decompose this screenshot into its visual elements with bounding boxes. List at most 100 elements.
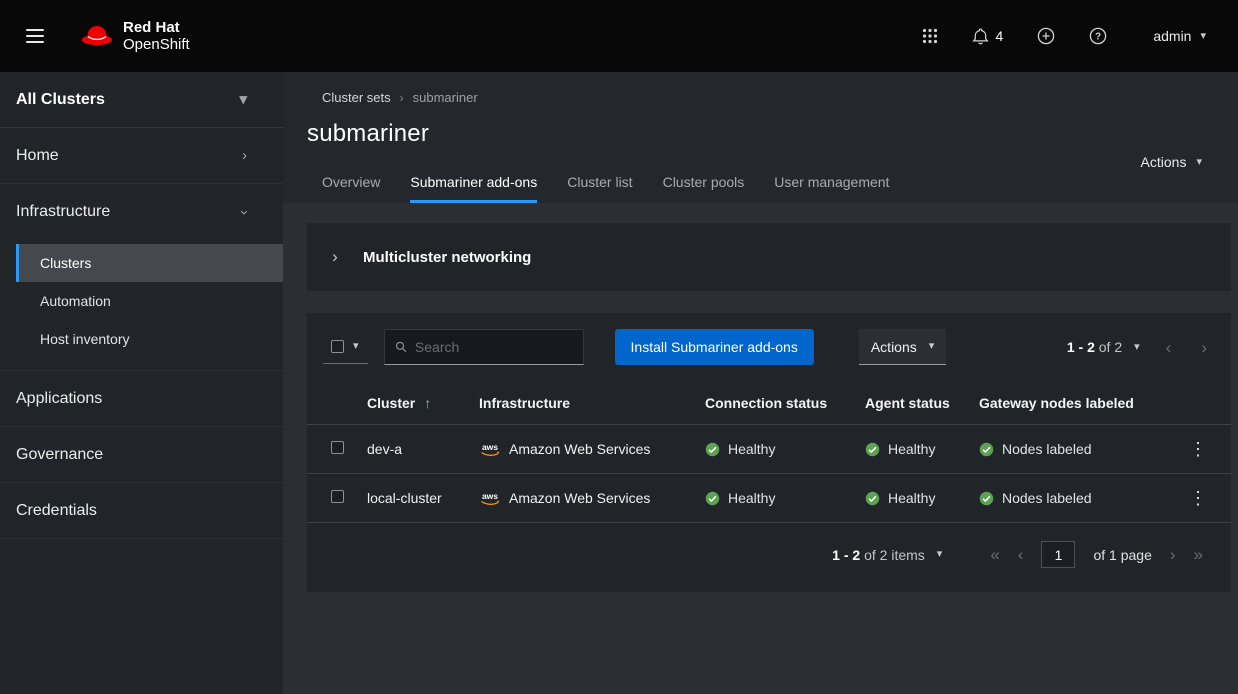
sidebar-item-infrastructure[interactable]: Infrastructure › [0,184,283,240]
infrastructure-cell: aws Amazon Web Services [479,441,685,457]
sidebar-item-clusters[interactable]: Clusters [16,244,283,282]
tab-bar: Overview Submariner add-ons Cluster list… [307,165,1202,203]
check-circle-icon [979,491,994,506]
caret-down-icon[interactable]: ▾ [1134,342,1140,353]
next-page-button[interactable]: › [1170,546,1176,563]
cluster-scope-selector[interactable]: All Clusters ▾ [0,72,283,128]
tab-cluster-pools[interactable]: Cluster pools [648,165,760,203]
column-header-gateway-nodes: Gateway nodes labeled [967,381,1175,425]
gateway-nodes-cell[interactable]: Nodes labeled [979,490,1167,506]
header-checkbox-cell [307,381,355,425]
row-checkbox[interactable] [331,441,344,454]
prev-page-button[interactable]: ‹ [1018,546,1024,563]
red-hat-fedora-icon [80,23,114,49]
brand-text: Red Hat OpenShift [123,19,190,54]
search-input[interactable] [415,339,573,355]
brand-line1: Red Hat [123,19,190,36]
connection-status-cell[interactable]: Healthy [705,441,845,457]
masthead-toolbar: 4 ? admin ▾ [910,19,1210,53]
table-header-row: Cluster↑ Infrastructure Connection statu… [307,381,1231,425]
submariner-table-card: ▾ Install Submariner add-ons Actions [307,313,1231,592]
sort-ascending-icon[interactable]: ↑ [424,395,431,411]
sidebar-item-automation[interactable]: Automation [16,282,283,320]
expandable-section-label: Multicluster networking [363,249,531,266]
cluster-name-cell: local-cluster [355,474,467,523]
notifications-button[interactable]: 4 [960,19,1016,53]
plus-circle-icon [1037,27,1055,45]
status-label: Healthy [888,441,935,457]
current-page-input[interactable] [1041,541,1075,568]
page-header-section: Cluster sets › submariner submariner Act… [283,72,1238,203]
agent-status-cell[interactable]: Healthy [865,490,959,506]
add-resource-button[interactable] [1025,19,1067,53]
connection-status-cell[interactable]: Healthy [705,490,845,506]
agent-status-cell[interactable]: Healthy [865,441,959,457]
install-submariner-button[interactable]: Install Submariner add-ons [615,329,814,365]
caret-down-icon: ▾ [353,341,359,352]
app-launcher-button[interactable] [910,20,950,52]
pagination-total: 2 [1114,339,1122,355]
bulk-select-dropdown[interactable]: ▾ [323,331,368,364]
nav-toggle-button[interactable] [16,15,54,57]
infrastructure-subnav: Clusters Automation Host inventory [0,240,283,371]
svg-text:?: ? [1095,32,1101,43]
expand-toggle-button[interactable]: › [307,223,363,291]
tab-overview[interactable]: Overview [307,165,395,203]
chevron-down-icon: › [237,210,252,215]
tab-user-management[interactable]: User management [759,165,904,203]
sidebar-item-host-inventory[interactable]: Host inventory [16,320,283,358]
sidebar-item-governance[interactable]: Governance [0,427,283,483]
brand-line2: OpenShift [123,36,190,53]
row-kebab-menu-button[interactable]: ⋮ [1189,440,1207,458]
column-header-cluster[interactable]: Cluster ↑ [355,381,467,425]
gateway-nodes-cell[interactable]: Nodes labeled [979,441,1167,457]
content-section: › Multicluster networking ▾ [283,203,1238,694]
table-toolbar: ▾ Install Submariner add-ons Actions [307,313,1231,381]
caret-down-icon: ▾ [1196,157,1202,168]
sidebar-item-label: Credentials [16,502,97,520]
infrastructure-label: Amazon Web Services [509,441,650,457]
chevron-right-icon: › [332,247,338,267]
caret-down-icon: ▾ [239,92,247,107]
first-page-button[interactable]: « [990,546,999,563]
last-page-button[interactable]: » [1194,546,1203,563]
pagination-of: of [864,547,876,563]
app-root: Red Hat OpenShift 4 [0,0,1238,694]
sidebar-item-label: Infrastructure [16,203,110,221]
pagination-top: 1 - 2 of 2 ▾ ‹ › [1067,339,1207,356]
column-label: Cluster [367,395,415,411]
pagination-range: 1 - 2 [1067,339,1095,355]
breadcrumb-link-cluster-sets[interactable]: Cluster sets [322,90,391,105]
table-actions-dropdown[interactable]: Actions ▾ [859,329,946,365]
chevron-right-icon: › [242,148,247,163]
tab-cluster-list[interactable]: Cluster list [552,165,647,203]
user-menu-button[interactable]: admin ▾ [1129,20,1210,52]
brand-logo: Red Hat OpenShift [80,19,190,54]
prev-page-button[interactable]: ‹ [1166,339,1172,356]
row-checkbox[interactable] [331,490,344,503]
breadcrumb-current: submariner [413,90,478,105]
sidebar-item-label: Home [16,147,59,165]
pagination-total: 2 [880,547,888,563]
sidebar-item-home[interactable]: Home › [0,128,283,184]
check-circle-icon [979,442,994,457]
svg-text:aws: aws [482,491,498,501]
sidebar-item-label: Applications [16,390,102,408]
pagination-range: 1 - 2 [832,547,860,563]
tab-submariner-add-ons[interactable]: Submariner add-ons [395,165,552,203]
row-kebab-menu-button[interactable]: ⋮ [1189,489,1207,507]
table-row-local-cluster: local-cluster aws Amazon Web Servi [307,474,1231,523]
pagination-of: of [1099,339,1111,355]
page-actions-dropdown[interactable]: Actions ▾ [1141,154,1202,170]
clusters-table: Cluster↑ Infrastructure Connection statu… [307,381,1231,523]
apps-grid-icon [922,28,938,44]
help-button[interactable]: ? [1077,19,1119,53]
page-layout: All Clusters ▾ Home › Infrastructure › C… [0,72,1238,694]
caret-down-icon[interactable]: ▾ [937,549,943,560]
bulk-select-checkbox[interactable] [331,340,344,353]
sidebar-item-applications[interactable]: Applications [0,371,283,427]
next-page-button[interactable]: › [1201,339,1207,356]
check-circle-icon [865,442,880,457]
table-row-dev-a: dev-a aws Amazon Web Services [307,425,1231,474]
sidebar-item-credentials[interactable]: Credentials [0,483,283,539]
